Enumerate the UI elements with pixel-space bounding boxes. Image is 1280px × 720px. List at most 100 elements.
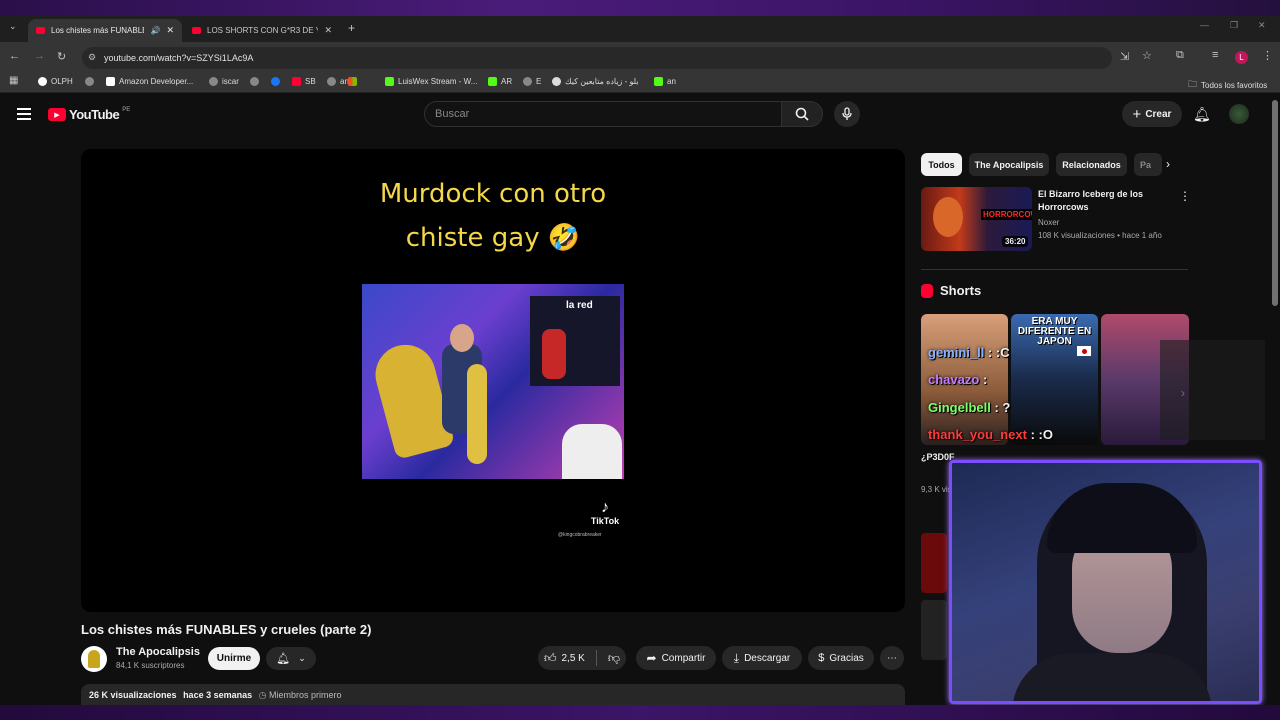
globe-icon xyxy=(552,77,561,86)
search-icon xyxy=(795,107,809,121)
bookmark-item[interactable]: SB xyxy=(292,77,316,86)
share-icon: ➦ xyxy=(646,651,657,665)
new-tab-icon[interactable]: + xyxy=(348,21,355,35)
google-icon xyxy=(38,77,47,86)
chat-message: gemini_ll : :C xyxy=(928,345,1010,360)
window-close-icon[interactable]: ✕ xyxy=(1258,20,1266,31)
bookmark-item[interactable]: بلو - زياده متابعين كيك xyxy=(552,77,639,86)
list-thumbnail[interactable] xyxy=(921,600,947,660)
like-count[interactable]: 2,5 K xyxy=(562,653,585,664)
bookmark-item[interactable] xyxy=(348,77,357,86)
reload-icon[interactable]: ↻ xyxy=(57,50,66,63)
globe-icon xyxy=(85,77,94,86)
windows-icon xyxy=(348,77,357,86)
recommended-title[interactable]: El Bizarro Iceberg de los Horrorcows xyxy=(1038,188,1178,214)
plus-icon: + xyxy=(1132,105,1142,123)
install-icon[interactable]: ⇲ xyxy=(1120,50,1129,63)
kick-icon xyxy=(654,77,663,86)
youtube-favicon-icon xyxy=(36,27,45,34)
members-first: Miembros primero xyxy=(269,690,342,700)
share-button[interactable]: ➦ Compartir xyxy=(636,646,716,670)
tab-inactive[interactable]: LOS SHORTS CON G*R3 DE YO ✕ xyxy=(184,19,340,42)
search-button[interactable] xyxy=(781,101,823,127)
audio-icon[interactable]: 🔊 xyxy=(150,26,160,35)
globe-icon xyxy=(209,77,218,86)
maximize-icon[interactable]: ❐ xyxy=(1230,20,1238,31)
chips-next-icon[interactable]: › xyxy=(1166,157,1170,171)
window-top-strip xyxy=(0,0,1280,16)
list-thumbnail[interactable] xyxy=(921,533,947,593)
bookmark-item[interactable]: E xyxy=(523,77,541,86)
chip-more[interactable]: Pa xyxy=(1134,153,1162,176)
chat-user: Gingelbell xyxy=(928,400,991,415)
like-icon[interactable]: 👍︎ xyxy=(544,651,557,666)
thanks-button[interactable]: $ Gracias xyxy=(808,646,874,670)
scrollbar-thumb[interactable] xyxy=(1272,100,1278,306)
extensions-icon[interactable]: ⧉ xyxy=(1176,49,1184,62)
video-title: Los chistes más FUNABLES y crueles (part… xyxy=(81,622,372,637)
all-bookmarks[interactable]: 🗀 Todos los favoritos xyxy=(1188,77,1267,93)
back-icon[interactable]: ← xyxy=(9,50,20,62)
dislike-icon[interactable]: 👎︎ xyxy=(608,651,620,666)
chat-message: Gingelbell : ? xyxy=(928,400,1011,415)
notifications-bell-icon[interactable]: 🔔︎ xyxy=(1193,106,1211,123)
chat-message: thank_you_next : :O xyxy=(928,427,1053,442)
more-actions-button[interactable]: ⋯ xyxy=(880,646,904,670)
bookmark-item[interactable]: Amazon Developer... xyxy=(106,77,193,86)
bookmark-item[interactable]: OLPH xyxy=(38,77,73,86)
subscription-bell-button[interactable]: 🔔︎ ⌄ xyxy=(266,647,316,670)
bookmark-item[interactable]: LuisWex Stream - W... xyxy=(385,77,477,86)
url-bar[interactable]: ⚙ youtube.com/watch?v=SZYSi1LAc9A xyxy=(82,47,1112,69)
recommended-more-icon[interactable]: ⋮ xyxy=(1179,189,1191,203)
tab-close-icon[interactable]: ✕ xyxy=(166,25,174,36)
tab-close-icon[interactable]: ✕ xyxy=(324,25,332,36)
voice-search-button[interactable] xyxy=(834,101,860,127)
channel-avatar[interactable] xyxy=(81,646,107,672)
apps-grid-icon[interactable]: ▦ xyxy=(9,75,18,86)
chip-channel[interactable]: The Apocalipsis xyxy=(969,153,1049,176)
video-caption: Murdock con otro chiste gay 🤣 xyxy=(379,179,607,253)
tiktok-watermark: ♪ TikTok xyxy=(585,499,625,527)
profile-avatar[interactable]: L xyxy=(1235,51,1248,64)
tab-search-icon[interactable]: ⌄ xyxy=(9,21,17,32)
tiktok-icon: ♪ xyxy=(601,499,609,516)
globe-icon xyxy=(250,77,259,86)
bookmark-item[interactable] xyxy=(271,77,280,86)
chip-related[interactable]: Relacionados xyxy=(1056,153,1127,176)
hamburger-menu-icon[interactable] xyxy=(17,108,31,120)
chat-user: gemini_ll xyxy=(928,345,985,360)
search-input[interactable]: Buscar xyxy=(424,101,782,127)
media-icon[interactable]: ≡ xyxy=(1212,49,1218,61)
menu-kebab-icon[interactable]: ⋮ xyxy=(1262,49,1273,62)
tab-title: Los chistes más FUNABLES xyxy=(51,26,145,35)
bookmark-item[interactable] xyxy=(250,77,259,86)
bookmark-item[interactable]: an xyxy=(654,77,676,86)
recommended-channel[interactable]: Noxer xyxy=(1038,218,1059,227)
bookmark-item[interactable]: iscar xyxy=(209,77,239,86)
microphone-icon xyxy=(842,107,852,120)
tab-active[interactable]: Los chistes más FUNABLES 🔊 ✕ xyxy=(28,19,182,42)
like-dislike-group: 👍︎ 2,5 K 👎︎ xyxy=(538,646,626,670)
bookmark-star-icon[interactable]: ☆ xyxy=(1142,49,1152,62)
channel-name[interactable]: The Apocalipsis xyxy=(116,646,200,658)
account-avatar[interactable] xyxy=(1229,104,1249,124)
upload-age: hace 3 semanas xyxy=(183,690,253,700)
chat-user: thank_you_next xyxy=(928,427,1027,442)
download-button[interactable]: ⤓ Descargar xyxy=(722,646,802,670)
create-button[interactable]: + Crear xyxy=(1122,101,1182,127)
chip-todos[interactable]: Todos xyxy=(921,153,962,176)
bookmark-item[interactable] xyxy=(85,77,94,86)
bookmark-item[interactable]: AR xyxy=(488,77,512,86)
youtube-logo[interactable]: ▶ YouTube PE xyxy=(48,107,130,122)
chat-message: chavazo : xyxy=(928,372,988,387)
site-info-icon[interactable]: ⚙ xyxy=(88,52,96,63)
short-thumbnail-2[interactable]: ERA MUY DIFERENTE EN JAPON xyxy=(1011,314,1098,445)
join-button[interactable]: Unirme xyxy=(208,647,260,670)
forward-icon[interactable]: → xyxy=(34,50,45,62)
bottom-strip xyxy=(0,705,1280,720)
minimize-icon[interactable]: — xyxy=(1200,20,1209,30)
inner-logo: la red xyxy=(566,300,593,311)
url-text: youtube.com/watch?v=SZYSi1LAc9A xyxy=(104,53,254,63)
facebook-icon xyxy=(271,77,280,86)
members-first-icon: ◷ xyxy=(258,690,267,700)
